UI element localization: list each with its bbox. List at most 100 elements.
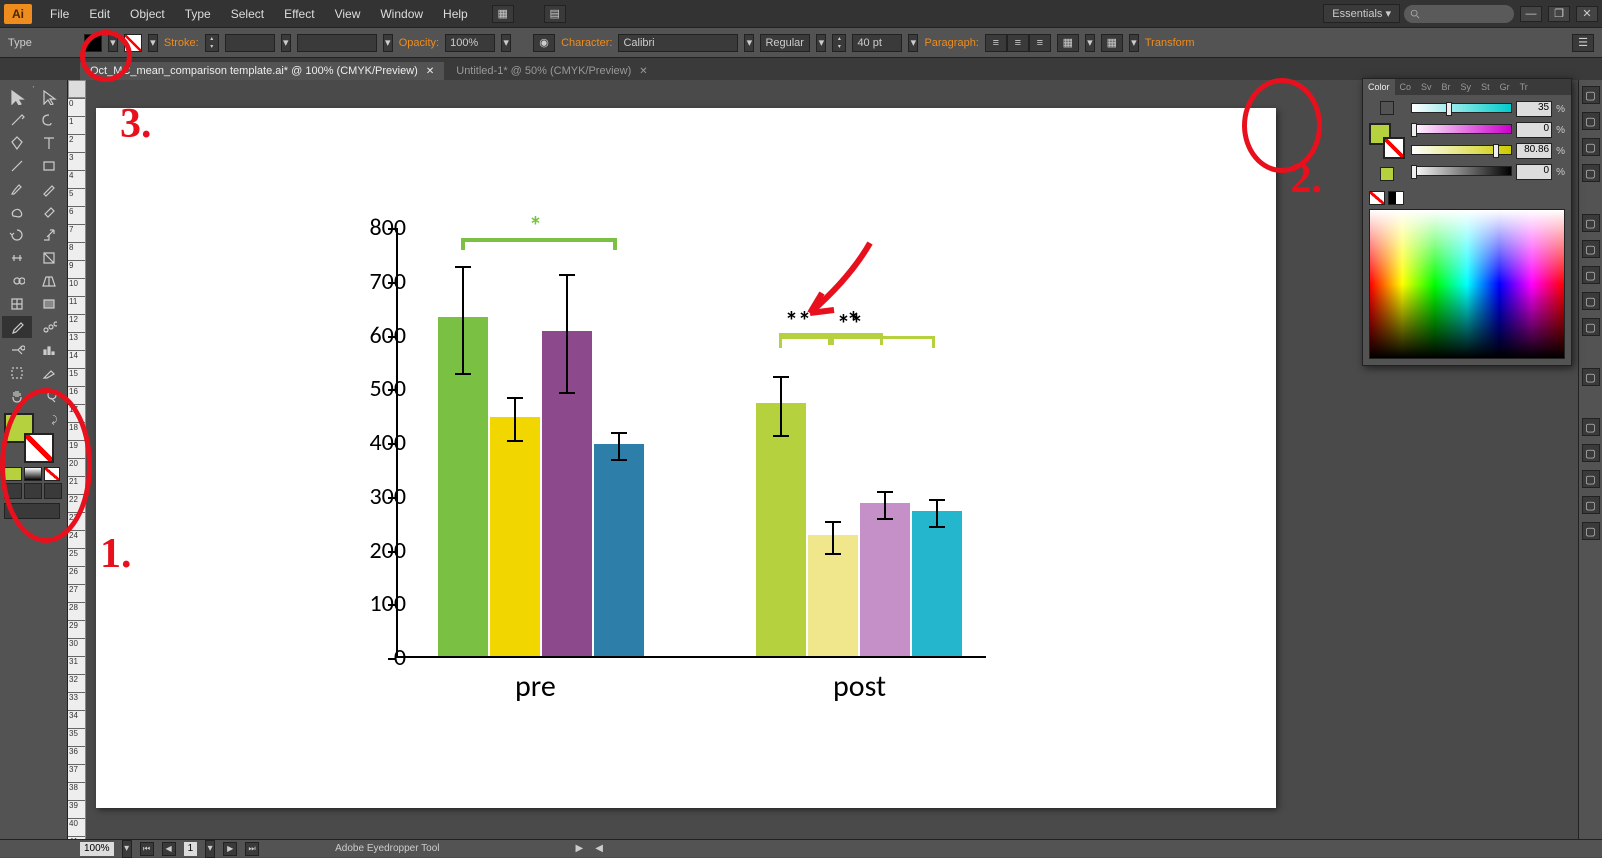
paintbrush-tool[interactable] xyxy=(2,178,32,200)
menu-view[interactable]: View xyxy=(325,3,371,25)
stroke-panel-icon[interactable]: ▢ xyxy=(1582,214,1600,232)
menu-help[interactable]: Help xyxy=(433,3,478,25)
artboard-nav-prev[interactable]: ◀ xyxy=(162,842,176,856)
cmyk-value-k[interactable]: 0 xyxy=(1516,164,1552,180)
panel-mode-icon-1[interactable] xyxy=(1380,101,1394,115)
panel-bw-swatch[interactable] xyxy=(1388,191,1404,205)
symbols-panel-icon[interactable]: ▢ xyxy=(1582,164,1600,182)
font-family-field[interactable]: Calibri xyxy=(618,34,738,52)
panel-tab-tr[interactable]: Tr xyxy=(1515,79,1533,95)
window-maximize-button[interactable]: ❐ xyxy=(1548,6,1570,22)
pathfinder-panel-icon[interactable]: ▢ xyxy=(1582,522,1600,540)
panel-tab-co[interactable]: Co xyxy=(1395,79,1417,95)
zoom-tool[interactable] xyxy=(34,385,64,407)
align-right-button[interactable]: ≡ xyxy=(1029,34,1051,52)
fill-swatch-dd[interactable]: ▾ xyxy=(108,34,118,52)
cmyk-value-m[interactable]: 0 xyxy=(1516,122,1552,138)
pencil-tool[interactable] xyxy=(34,178,64,200)
slider-thumb[interactable] xyxy=(1446,102,1452,116)
stroke-weight-nudge[interactable]: ▴▾ xyxy=(205,34,219,52)
opacity-field[interactable]: 100% xyxy=(445,34,495,52)
draw-normal-button[interactable] xyxy=(4,483,22,499)
menubar-icon-1[interactable]: ▦ xyxy=(492,5,514,23)
artboard-tool[interactable] xyxy=(2,362,32,384)
symbol-sprayer-tool[interactable] xyxy=(2,339,32,361)
panel-tab-sv[interactable]: Sv xyxy=(1416,79,1437,95)
panel-tab-st[interactable]: St xyxy=(1476,79,1495,95)
canvas[interactable]: 0100200300400500600700800 prepost ****** xyxy=(86,98,1578,839)
stroke-profile-field[interactable] xyxy=(297,34,377,52)
panel-tab-br[interactable]: Br xyxy=(1437,79,1456,95)
layers-panel-icon[interactable]: ▢ xyxy=(1582,368,1600,386)
align-left-button[interactable]: ≡ xyxy=(985,34,1007,52)
gradient-panel-icon[interactable]: ▢ xyxy=(1582,240,1600,258)
swatches-panel-icon[interactable]: ▢ xyxy=(1582,112,1600,130)
lasso-tool[interactable] xyxy=(34,109,64,131)
screen-mode-button[interactable] xyxy=(4,503,60,519)
ruler-origin-box[interactable] xyxy=(68,80,86,98)
slider-track[interactable] xyxy=(1411,124,1512,136)
menu-effect[interactable]: Effect xyxy=(274,3,324,25)
color-mode-swatch[interactable] xyxy=(4,467,22,481)
artboard-number-field[interactable]: 1 xyxy=(184,842,198,856)
document-tab[interactable]: Oct_MC_mean_comparison template.ai* @ 10… xyxy=(80,62,444,80)
transparency-panel-icon[interactable]: ▢ xyxy=(1582,266,1600,284)
stroke-weight-field[interactable] xyxy=(225,34,275,52)
artboard-nav-last[interactable]: ⏭ xyxy=(245,842,259,856)
artboard-nav-first[interactable]: ⏮ xyxy=(140,842,154,856)
zoom-dd[interactable]: ▾ xyxy=(122,840,132,858)
paragraph-panel-icon[interactable]: ▢ xyxy=(1582,444,1600,462)
hand-tool[interactable] xyxy=(2,385,32,407)
vertical-ruler[interactable]: 0123456789101112131415161718192021222324… xyxy=(68,98,86,839)
rotate-tool[interactable] xyxy=(2,224,32,246)
pen-tool[interactable] xyxy=(2,132,32,154)
free-transform-tool[interactable] xyxy=(34,247,64,269)
cmyk-value-y[interactable]: 80.86 xyxy=(1516,143,1552,159)
align-panel-dock-icon[interactable]: ▢ xyxy=(1582,470,1600,488)
blend-tool[interactable] xyxy=(34,316,64,338)
draw-behind-button[interactable] xyxy=(24,483,42,499)
panel-none-swatch[interactable] xyxy=(1369,191,1385,205)
magic-wand-tool[interactable] xyxy=(2,109,32,131)
menu-edit[interactable]: Edit xyxy=(79,3,120,25)
recolor-icon[interactable]: ◉ xyxy=(533,34,555,52)
swap-fill-stroke-icon[interactable]: ⤸ xyxy=(52,415,58,426)
slider-thumb[interactable] xyxy=(1493,144,1499,158)
direct-selection-tool[interactable] xyxy=(34,86,64,108)
eraser-tool[interactable] xyxy=(34,201,64,223)
tab-close-icon[interactable]: ✕ xyxy=(426,66,434,77)
slider-thumb[interactable] xyxy=(1411,165,1417,179)
menubar-icon-2[interactable]: ▤ xyxy=(544,5,566,23)
shape-builder-tool[interactable] xyxy=(2,270,32,292)
column-graph-tool[interactable] xyxy=(34,339,64,361)
none-mode-swatch[interactable] xyxy=(44,467,60,481)
font-style-field[interactable]: Regular xyxy=(760,34,810,52)
font-size-nudge[interactable]: ▴▾ xyxy=(832,34,846,52)
slider-track[interactable] xyxy=(1411,103,1512,115)
graphic-styles-panel-icon[interactable]: ▢ xyxy=(1582,318,1600,336)
menu-file[interactable]: File xyxy=(40,3,79,25)
transform-panel-icon[interactable]: ▦ xyxy=(1101,34,1123,52)
draw-inside-button[interactable] xyxy=(44,483,62,499)
scale-tool[interactable] xyxy=(34,224,64,246)
document-tab[interactable]: Untitled-1* @ 50% (CMYK/Preview)✕ xyxy=(446,62,657,80)
eyedropper-tool[interactable] xyxy=(2,316,32,338)
tab-close-icon[interactable]: ✕ xyxy=(639,66,647,77)
perspective-grid-tool[interactable] xyxy=(34,270,64,292)
panel-tab-gr[interactable]: Gr xyxy=(1495,79,1515,95)
panel-tab-color[interactable]: Color xyxy=(1363,79,1395,95)
gradient-tool[interactable] xyxy=(34,293,64,315)
window-close-button[interactable]: ✕ xyxy=(1576,6,1598,22)
stroke-swatch-dd[interactable]: ▾ xyxy=(148,34,158,52)
status-menu-arrow[interactable]: ▶ xyxy=(575,843,583,854)
hscroll-left[interactable]: ◀ xyxy=(595,843,603,854)
stroke-swatch[interactable] xyxy=(124,34,142,52)
zoom-level-field[interactable]: 100% xyxy=(80,842,114,856)
rectangle-tool[interactable] xyxy=(34,155,64,177)
slider-track[interactable] xyxy=(1411,166,1512,178)
search-input[interactable] xyxy=(1404,5,1514,23)
panel-tab-sy[interactable]: Sy xyxy=(1456,79,1477,95)
blob-brush-tool[interactable] xyxy=(2,201,32,223)
font-size-field[interactable]: 40 pt xyxy=(852,34,902,52)
appearance-panel-icon[interactable]: ▢ xyxy=(1582,292,1600,310)
